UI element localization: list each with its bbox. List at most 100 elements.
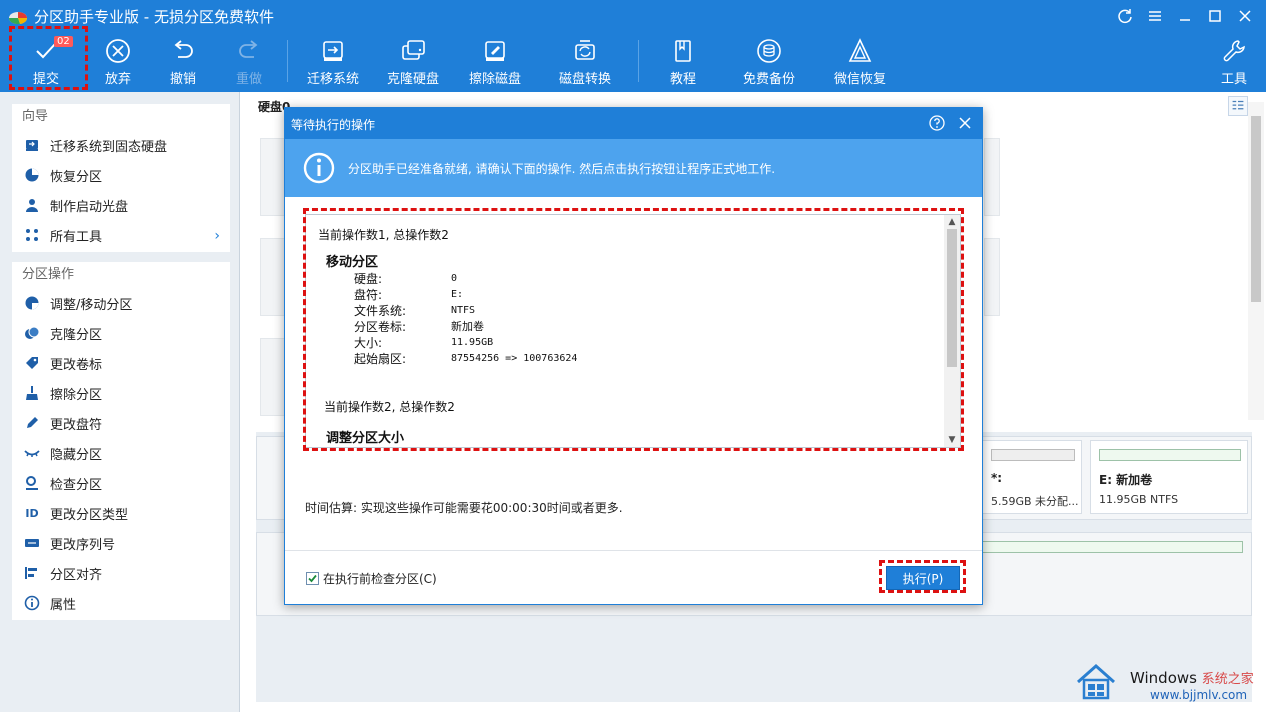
info-icon (24, 595, 40, 611)
user-disk-icon (24, 197, 40, 213)
free-backup-label: 免费备份 (742, 72, 795, 87)
redo-icon (239, 40, 258, 58)
wipe-disk-label: 擦除磁盘 (468, 72, 521, 87)
tutorial-label: 教程 (669, 72, 696, 87)
sidebar-item-align-partition[interactable]: 分区对齐 (12, 558, 230, 588)
cancel-circle-icon (106, 39, 130, 63)
app-logo-icon (8, 12, 28, 25)
wechat-recovery-button[interactable]: 微信恢复 (820, 36, 900, 90)
checkbox[interactable] (306, 572, 319, 585)
watermark-brand-zh: 系统之家 (1201, 672, 1254, 687)
sidebar-item-change-serial[interactable]: 更改序列号 (12, 528, 230, 558)
sidebar-item-resize-move[interactable]: 调整/移动分区 (12, 288, 230, 318)
close-icon (1239, 10, 1251, 22)
close-button[interactable] (1230, 4, 1260, 28)
partition-card[interactable]: E: 新加卷 11.95GB NTFS (1090, 440, 1248, 514)
wizard-panel-title: 向导 (22, 109, 49, 124)
migrate-disk-icon (323, 41, 343, 61)
sidebar-item-label: 检查分区 (50, 477, 103, 493)
help-icon[interactable] (928, 114, 946, 132)
dialog-divider (285, 550, 982, 551)
watermark-brand-en: Windows (1130, 669, 1197, 687)
main-scrollbar[interactable] (1248, 102, 1264, 420)
time-estimate: 时间估算: 实现这些操作可能需要花00:00:30时间或者更多. (305, 501, 623, 515)
sidebar-item-label: 更改分区类型 (50, 507, 129, 523)
scroll-thumb[interactable] (1251, 116, 1261, 302)
clone-disk-label: 克隆硬盘 (386, 72, 439, 87)
close-icon[interactable] (956, 114, 974, 132)
partition-ops-panel: 分区操作 调整/移动分区 克隆分区 更改卷标 擦除分区 更改盘符 隐藏分区 检查… (12, 262, 230, 620)
sidebar-item-label: 迁移系统到固态硬盘 (50, 139, 168, 155)
sidebar-item-check-partition[interactable]: 检查分区 (12, 468, 230, 498)
partition-usage-bar (977, 541, 1243, 553)
maximize-button[interactable] (1200, 4, 1230, 28)
book-icon (675, 40, 691, 62)
toolbar-divider (287, 40, 288, 82)
checkmark-icon (308, 574, 317, 583)
sidebar-item-label: 克隆分区 (50, 327, 103, 343)
id-icon: ID (25, 506, 39, 520)
sidebar-item-hide-partition[interactable]: 隐藏分区 (12, 438, 230, 468)
minimize-icon (1180, 19, 1190, 21)
sidebar-item-label: 更改盘符 (50, 417, 103, 433)
backup-icon (757, 39, 781, 63)
sidebar-item-change-partition-type[interactable]: ID 更改分区类型 (12, 498, 230, 528)
dialog-title-bar: 等待执行的操作 (285, 108, 982, 139)
partition-usage-bar (1099, 449, 1241, 461)
refresh-button[interactable] (1110, 4, 1140, 28)
pie-resize-icon (24, 295, 40, 311)
disk-convert-label: 磁盘转换 (558, 72, 611, 87)
migrate-system-button[interactable]: 迁移系统 (293, 36, 373, 90)
watermark-brand: Windows 系统之家 (1130, 668, 1254, 687)
migrate-system-label: 迁移系统 (306, 72, 359, 87)
sidebar-item-recover-partition[interactable]: 恢复分区 (12, 160, 230, 190)
tutorial-button[interactable]: 教程 (643, 36, 723, 90)
align-icon (24, 565, 40, 581)
free-backup-button[interactable]: 免费备份 (729, 36, 809, 90)
wrench-icon (1223, 40, 1245, 62)
grid-icon (24, 227, 40, 243)
watermark-url: www.bjjmlv.com (1150, 688, 1248, 702)
refresh-icon (1118, 9, 1132, 24)
sidebar-item-label: 调整/移动分区 (50, 297, 133, 313)
clone-disk-icon (402, 40, 425, 60)
check-before-execute[interactable]: 在执行前检查分区(C) (306, 570, 437, 587)
info-circle-icon (303, 152, 335, 184)
wipe-disk-button[interactable]: 擦除磁盘 (455, 36, 535, 90)
serial-icon (24, 535, 40, 551)
view-toggle-button[interactable] (1228, 96, 1248, 116)
wizard-panel: 向导 迁移系统到固态硬盘 恢复分区 制作启动光盘 所有工具 › (12, 104, 230, 252)
disk-card[interactable] (984, 138, 1000, 216)
disk-card[interactable] (984, 238, 1000, 316)
checkbox-label: 在执行前检查分区(C) (323, 572, 437, 586)
wechat-recovery-label: 微信恢复 (833, 72, 886, 87)
sidebar: 向导 迁移系统到固态硬盘 恢复分区 制作启动光盘 所有工具 › 分区操作 调整/… (0, 92, 240, 712)
sidebar-item-clone-partition[interactable]: 克隆分区 (12, 318, 230, 348)
sidebar-item-label: 恢复分区 (50, 169, 103, 185)
wipe-disk-icon (485, 41, 505, 61)
menu-button[interactable] (1140, 4, 1170, 28)
sidebar-item-migrate-ssd[interactable]: 迁移系统到固态硬盘 (12, 130, 230, 160)
sidebar-item-change-label[interactable]: 更改卷标 (12, 348, 230, 378)
sidebar-item-label: 更改序列号 (50, 537, 116, 553)
maximize-icon (1209, 10, 1221, 22)
sidebar-item-all-tools[interactable]: 所有工具 › (12, 220, 230, 250)
execute-highlight-box (879, 560, 966, 593)
partition-name: *: (991, 471, 1003, 485)
redo-button[interactable]: 重做 (209, 36, 289, 90)
sidebar-item-properties[interactable]: 属性 (12, 588, 230, 618)
clone-disk-button[interactable]: 克隆硬盘 (373, 36, 453, 90)
info-banner: 分区助手已经准备就绪, 请确认下面的操作. 然后点击执行按钮让程序正式地工作. (285, 139, 982, 197)
sidebar-item-change-drive-letter[interactable]: 更改盘符 (12, 408, 230, 438)
sidebar-item-wipe-partition[interactable]: 擦除分区 (12, 378, 230, 408)
banner-message: 分区助手已经准备就绪, 请确认下面的操作. 然后点击执行按钮让程序正式地工作. (348, 162, 776, 176)
minimize-button[interactable] (1170, 4, 1200, 28)
tools-button[interactable]: 工具 (1194, 36, 1266, 90)
magnifier-icon (24, 475, 40, 491)
top-bar: 分区助手专业版 - 无损分区免费软件 提交 02 放弃 撤销 重做 迁移系统 克… (0, 0, 1266, 92)
site-watermark: Windows 系统之家 www.bjjmlv.com (1066, 652, 1266, 712)
sidebar-item-bootable-media[interactable]: 制作启动光盘 (12, 190, 230, 220)
partition-card[interactable]: *: 5.59GB 未分配... (982, 440, 1082, 514)
disk-convert-button[interactable]: 磁盘转换 (545, 36, 625, 90)
tools-label: 工具 (1220, 72, 1247, 87)
